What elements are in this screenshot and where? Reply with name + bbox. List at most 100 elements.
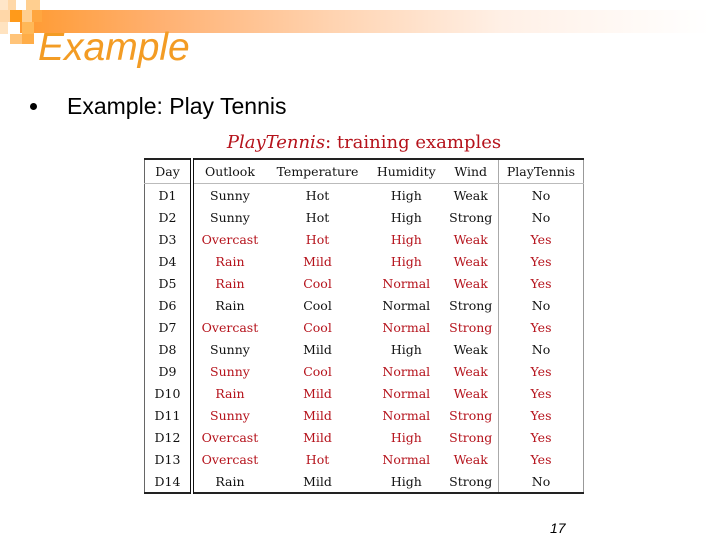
table-row: D2 Sunny Hot High Strong No	[144, 206, 584, 228]
cell-playtennis: Yes	[498, 426, 584, 448]
cell-playtennis: Yes	[498, 448, 584, 470]
cell-outlook: Rain	[215, 385, 245, 401]
deco-square	[0, 22, 8, 34]
cell-playtennis: Yes	[498, 404, 584, 426]
cell-humidity: High	[390, 473, 422, 489]
cell-wind: Weak	[453, 275, 488, 291]
cell-day: D3	[144, 228, 194, 250]
deco-square	[22, 34, 34, 44]
table-row: D3 Overcast Hot High Weak Yes	[144, 228, 584, 250]
deco-square	[10, 34, 22, 44]
table-row: D4 Rain Mild High Weak Yes	[144, 250, 584, 272]
cell-humidity: High	[390, 187, 422, 203]
cell-playtennis: Yes	[498, 382, 584, 404]
cell-outlook: Rain	[215, 297, 245, 313]
cell-day: D1	[144, 183, 194, 206]
cell-day: D4	[144, 250, 194, 272]
cell-temperature: Mild	[303, 341, 332, 357]
cell-wind: Weak	[453, 253, 488, 269]
cell-temperature: Mild	[303, 385, 332, 401]
cell-day: D11	[144, 404, 194, 426]
cell-outlook: Sunny	[210, 341, 250, 357]
cell-day: D5	[144, 272, 194, 294]
table-row: D1 Sunny Hot High Weak No	[144, 183, 584, 206]
page-number: 17	[550, 520, 566, 536]
cell-playtennis: Yes	[498, 316, 584, 338]
deco-square	[22, 22, 34, 34]
cell-temperature: Mild	[303, 407, 332, 423]
deco-square	[8, 0, 16, 10]
table-row: D10 Rain Mild Normal Weak Yes	[144, 382, 584, 404]
table-caption-rest: : training examples	[325, 132, 502, 153]
table-row: D6 Rain Cool Normal Strong No	[144, 294, 584, 316]
column-header-wind: Wind	[443, 159, 499, 184]
cell-outlook: Rain	[215, 473, 245, 489]
cell-humidity: Normal	[382, 385, 431, 401]
cell-wind: Weak	[453, 363, 488, 379]
cell-temperature: Hot	[305, 209, 330, 225]
cell-wind: Weak	[453, 341, 488, 357]
bullet-icon	[30, 103, 37, 110]
cell-humidity: Normal	[382, 319, 431, 335]
cell-humidity: High	[390, 341, 422, 357]
cell-outlook: Sunny	[210, 363, 250, 379]
cell-playtennis: No	[498, 470, 584, 493]
cell-humidity: High	[390, 231, 422, 247]
cell-wind: Weak	[453, 231, 488, 247]
table-row: D14 Rain Mild High Strong No	[144, 470, 584, 493]
cell-playtennis: No	[498, 338, 584, 360]
cell-outlook: Sunny	[210, 187, 250, 203]
cell-day: D6	[144, 294, 194, 316]
cell-humidity: Normal	[382, 363, 431, 379]
deco-square	[10, 10, 22, 22]
cell-outlook: Overcast	[201, 231, 259, 247]
table-row: D11 Sunny Mild Normal Strong Yes	[144, 404, 584, 426]
cell-humidity: Normal	[382, 451, 431, 467]
cell-playtennis: Yes	[498, 272, 584, 294]
deco-square	[32, 10, 42, 22]
table-body: D1 Sunny Hot High Weak No D2 Sunny Hot High Strong…	[144, 183, 584, 493]
table-caption: PlayTennis: training examples	[144, 132, 584, 153]
cell-day: D13	[144, 448, 194, 470]
cell-day: D12	[144, 426, 194, 448]
cell-wind: Strong	[449, 297, 493, 313]
cell-humidity: High	[390, 253, 422, 269]
cell-playtennis: No	[498, 294, 584, 316]
cell-day: D8	[144, 338, 194, 360]
cell-temperature: Mild	[303, 253, 332, 269]
cell-temperature: Cool	[303, 297, 332, 313]
cell-playtennis: No	[498, 206, 584, 228]
cell-wind: Strong	[449, 473, 493, 489]
cell-humidity: Normal	[382, 275, 431, 291]
cell-outlook: Sunny	[210, 209, 250, 225]
cell-playtennis: No	[498, 183, 584, 206]
cell-temperature: Cool	[303, 363, 332, 379]
cell-outlook: Rain	[215, 253, 245, 269]
deco-square	[0, 0, 8, 10]
cell-wind: Weak	[453, 451, 488, 467]
cell-temperature: Hot	[305, 187, 330, 203]
cell-playtennis: Yes	[498, 360, 584, 382]
deco-square	[0, 10, 10, 22]
column-header-temperature: Temperature	[265, 159, 370, 184]
cell-wind: Strong	[449, 209, 493, 225]
cell-day: D2	[144, 206, 194, 228]
cell-outlook: Overcast	[201, 319, 259, 335]
column-header-outlook: Outlook	[192, 159, 266, 184]
cell-wind: Strong	[449, 429, 493, 445]
cell-temperature: Hot	[305, 231, 330, 247]
cell-temperature: Mild	[303, 429, 332, 445]
table-row: D9 Sunny Cool Normal Weak Yes	[144, 360, 584, 382]
column-header-humidity: Humidity	[369, 159, 444, 184]
cell-day: D7	[144, 316, 194, 338]
cell-playtennis: Yes	[498, 250, 584, 272]
cell-humidity: Normal	[382, 407, 431, 423]
table-header-row: Day Outlook Temperature Humidity Wind Pl…	[144, 159, 584, 184]
table-caption-italic: PlayTennis	[226, 132, 326, 153]
cell-wind: Strong	[449, 407, 493, 423]
cell-outlook: Overcast	[201, 429, 259, 445]
deco-square	[26, 0, 40, 10]
deco-square	[22, 10, 32, 22]
table-row: D12 Overcast Mild High Strong Yes	[144, 426, 584, 448]
cell-temperature: Cool	[303, 275, 332, 291]
